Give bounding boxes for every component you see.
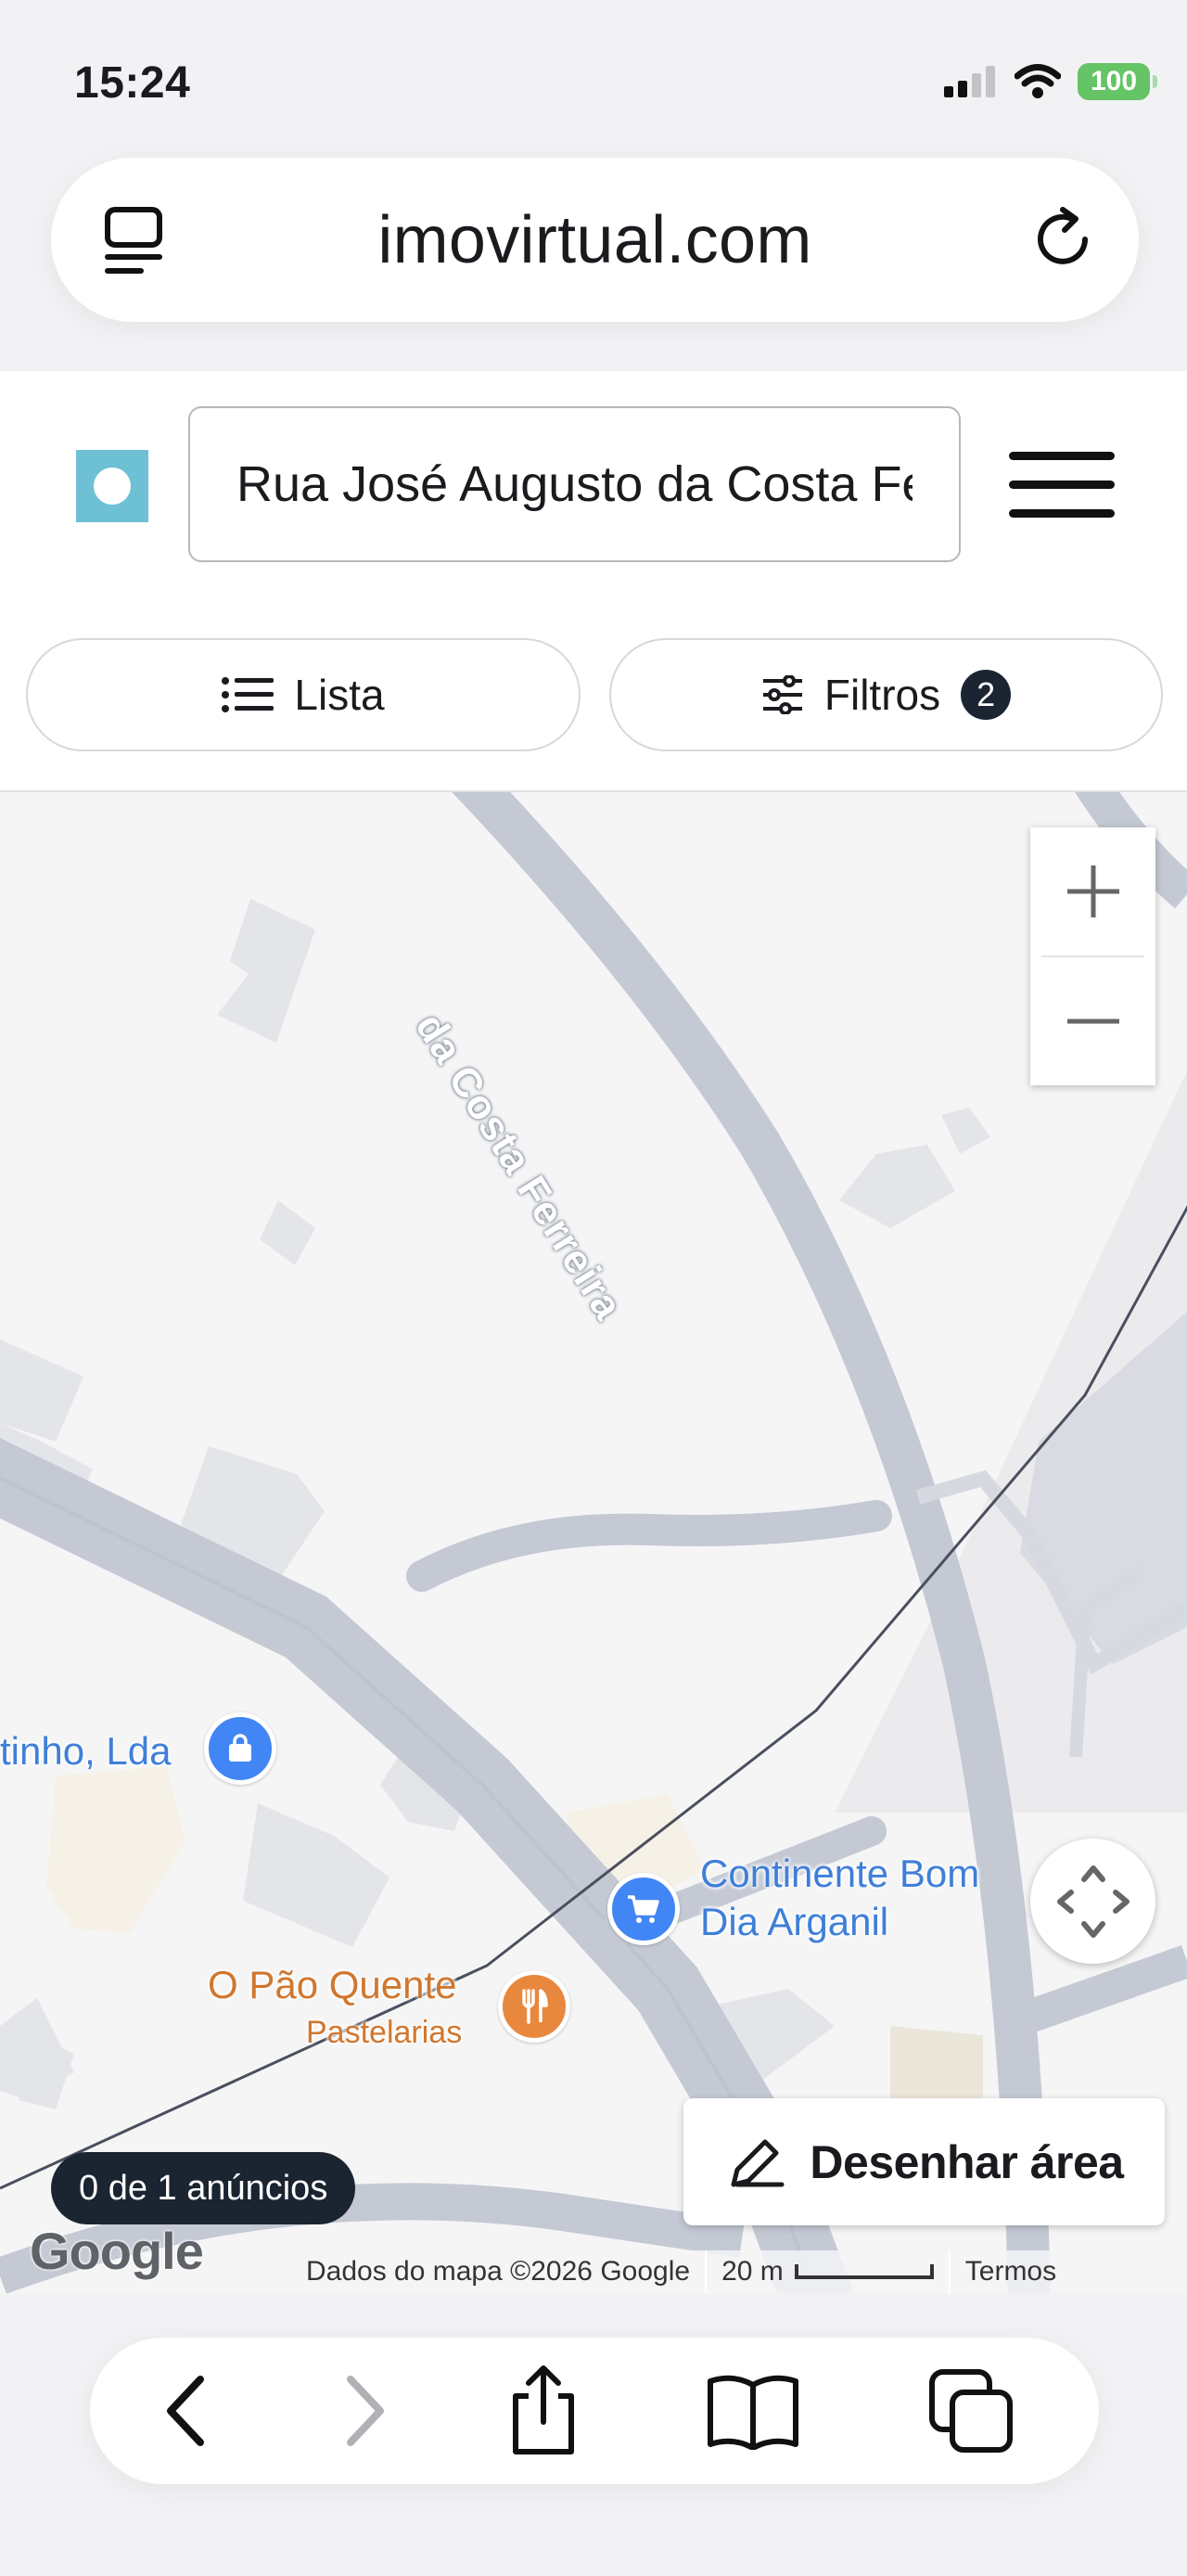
battery-indicator: 100	[1078, 63, 1157, 100]
map-base-layer	[0, 792, 1187, 2293]
signal-icon	[944, 66, 995, 97]
map-terms-link[interactable]: Termos	[965, 2256, 1056, 2288]
chevron-right-icon	[347, 2376, 384, 2446]
tabs-button[interactable]	[920, 2360, 1022, 2462]
map-data-credit[interactable]: Dados do mapa ©2026 Google	[306, 2256, 690, 2288]
bookmarks-button[interactable]	[702, 2360, 804, 2462]
zoom-out-button[interactable]	[1030, 957, 1155, 1085]
filters-label: Filtros	[823, 671, 941, 719]
recenter-button[interactable]	[1030, 1839, 1155, 1964]
location-search-input[interactable]	[190, 408, 959, 560]
poi-pin-shop[interactable]	[204, 1712, 276, 1785]
list-view-label: Lista	[294, 671, 385, 719]
wifi-icon	[1015, 64, 1061, 98]
minus-icon	[1066, 1019, 1119, 1024]
site-logo[interactable]	[76, 450, 148, 522]
zoom-control	[1030, 827, 1155, 1085]
shopping-bag-icon	[229, 1734, 251, 1762]
draw-area-label: Desenhar área	[810, 2135, 1124, 2188]
browser-url-bar[interactable]: imovirtual.com	[51, 158, 1139, 322]
chevron-left-icon	[167, 2376, 204, 2446]
poi-label-supermarket-line1[interactable]: Continente Bom	[700, 1852, 979, 1896]
pencil-icon	[731, 2139, 785, 2186]
sliders-icon	[762, 675, 802, 714]
status-icons: 100	[944, 63, 1157, 100]
attrib-separator	[948, 2250, 951, 2293]
poi-label-shop[interactable]: tinho, Lda	[0, 1729, 172, 1774]
attrib-separator	[705, 2250, 708, 2293]
status-bar: 15:24 100	[0, 0, 1187, 158]
map-attribution: Dados do mapa ©2026 Google 20 m Termos	[306, 2250, 1187, 2293]
poi-subtitle-bakery: Pastelarias	[306, 2015, 463, 2050]
browser-toolbar	[90, 2338, 1099, 2484]
map-scale-label: 20 m	[721, 2256, 784, 2287]
filters-button[interactable]: Filtros 2	[609, 638, 1163, 751]
expand-arrows-icon	[1056, 1865, 1130, 1938]
share-button[interactable]	[492, 2360, 594, 2462]
poi-label-supermarket-line2[interactable]: Dia Arganil	[700, 1900, 888, 1944]
book-icon	[708, 2375, 798, 2450]
url-text[interactable]: imovirtual.com	[51, 202, 1139, 278]
filters-count-badge: 2	[961, 670, 1012, 720]
poi-pin-supermarket[interactable]	[607, 1873, 680, 1945]
back-button[interactable]	[136, 2360, 238, 2462]
status-time: 15:24	[74, 58, 191, 108]
forward-button[interactable]	[313, 2360, 415, 2462]
poi-label-bakery[interactable]: O Pão Quente	[208, 1963, 457, 2007]
reload-icon[interactable]	[1026, 202, 1100, 276]
tabs-icon	[929, 2369, 1013, 2453]
poi-pin-bakery[interactable]	[498, 1970, 570, 2043]
plus-icon	[1066, 865, 1119, 917]
list-view-button[interactable]: Lista	[26, 638, 581, 751]
zoom-in-button[interactable]	[1030, 827, 1155, 955]
share-icon	[513, 2365, 574, 2454]
draw-area-button[interactable]: Desenhar área	[683, 2098, 1165, 2225]
results-count-chip: 0 de 1 anúncios	[51, 2152, 356, 2224]
google-logo: Google	[30, 2222, 204, 2280]
map-scale-bar	[794, 2264, 934, 2279]
fork-knife-icon	[522, 1989, 548, 2024]
cart-icon	[628, 1895, 659, 1923]
hamburger-menu-icon[interactable]	[1009, 450, 1115, 520]
list-icon	[222, 677, 274, 712]
location-search[interactable]	[188, 406, 961, 562]
map-view[interactable]: da Costa Ferreira tinho, Lda Continente …	[0, 790, 1187, 2293]
